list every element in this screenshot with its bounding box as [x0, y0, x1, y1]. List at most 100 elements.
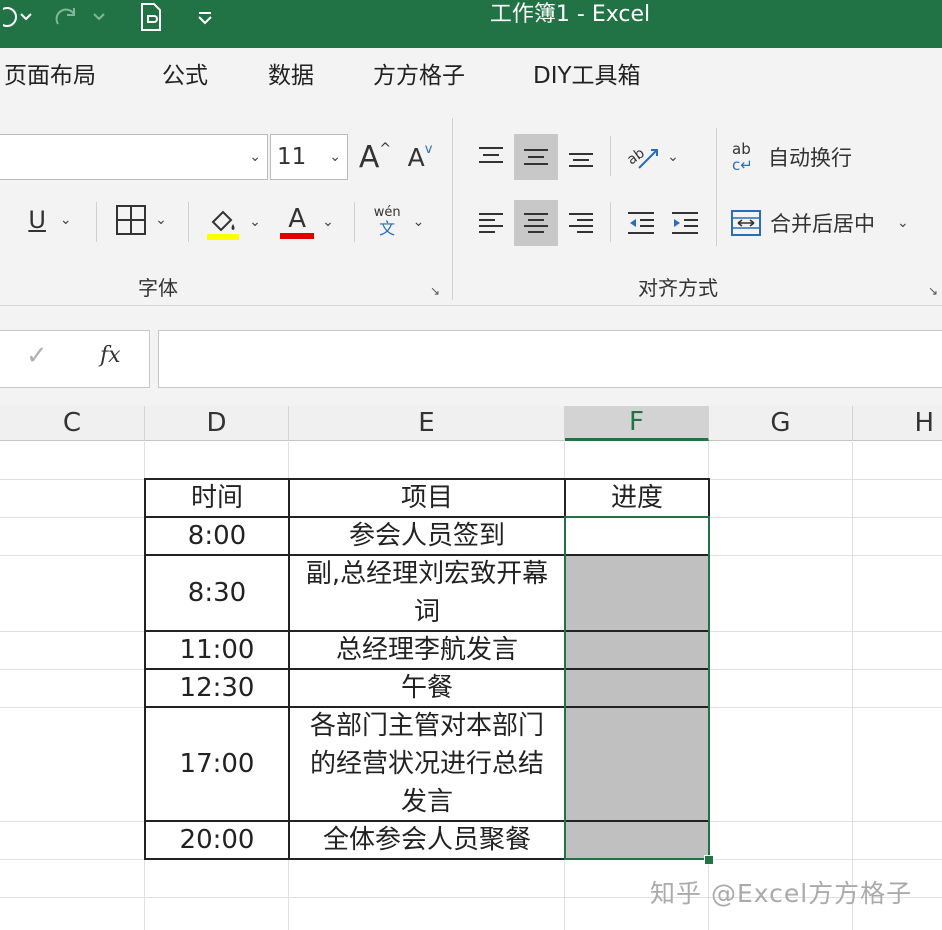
underline-button[interactable]: U ⌄ [20, 200, 80, 240]
column-header-c[interactable]: C [0, 406, 145, 441]
chevron-down-icon: ⌄ [897, 215, 909, 231]
grow-font-button[interactable]: A ^ [356, 134, 394, 180]
align-bottom-button[interactable] [560, 134, 602, 180]
borders-button[interactable]: ⌄ [108, 200, 174, 240]
undo-icon[interactable] [0, 6, 36, 28]
alignment-group-label: 对齐方式 [638, 276, 718, 300]
font-color-icon: A [280, 204, 315, 239]
font-size-value: 11 [277, 144, 307, 170]
wrap-text-icon: ab c↵ [732, 140, 753, 174]
confirm-icon[interactable]: ✓ [26, 341, 48, 371]
align-middle-icon [524, 149, 548, 165]
align-center-icon [524, 213, 548, 233]
column-header-h[interactable]: H [853, 406, 942, 441]
phonetic-guide-button[interactable]: wén 文 ⌄ [364, 200, 434, 244]
increase-indent-button[interactable] [664, 200, 706, 246]
font-group-label: 字体 [138, 276, 178, 300]
insert-function-icon[interactable]: fx [100, 343, 121, 368]
row-6-time[interactable]: 20:00 [146, 822, 290, 860]
chevron-down-icon: ⌄ [59, 212, 72, 228]
row-3-progress[interactable] [566, 632, 710, 670]
alignment-dialog-launcher-icon[interactable]: ↘ [928, 284, 938, 298]
underline-label: U [28, 206, 46, 234]
tab-formulas[interactable]: 公式 [162, 62, 208, 90]
wrap-text-label: 自动换行 [768, 146, 852, 170]
row-1-item[interactable]: 参会人员签到 [290, 518, 566, 556]
row-4-item[interactable]: 午餐 [290, 670, 566, 708]
orientation-icon: ab [625, 145, 659, 169]
align-bottom-icon [569, 153, 593, 167]
row-4-progress[interactable] [566, 670, 710, 708]
header-item[interactable]: 项目 [290, 480, 566, 518]
tab-fangfang[interactable]: 方方格子 [373, 62, 465, 90]
row-2-item[interactable]: 副,总经理刘宏致开幕词 [290, 556, 566, 632]
row-6-progress[interactable] [566, 822, 710, 860]
align-right-button[interactable] [560, 200, 602, 246]
column-header-e[interactable]: E [289, 406, 565, 441]
font-name-box[interactable]: ⌄ [0, 134, 268, 180]
row-3-item[interactable]: 总经理李航发言 [290, 632, 566, 670]
font-color-letter: A [288, 204, 307, 234]
row-6-item[interactable]: 全体参会人员聚餐 [290, 822, 566, 860]
phonetic-top: wén [373, 205, 401, 220]
fill-bucket-icon [207, 210, 240, 240]
align-top-button[interactable] [470, 134, 512, 180]
redo-icon[interactable] [52, 6, 112, 28]
increase-indent-icon [672, 212, 698, 234]
formula-buttons: ✓ fx [0, 330, 150, 388]
chevron-down-icon: ⌄ [249, 149, 261, 165]
merge-center-button[interactable]: 合并后居中 ⌄ [730, 200, 930, 246]
font-size-box[interactable]: 11 ⌄ [270, 134, 348, 180]
chevron-down-icon: ⌄ [667, 149, 679, 165]
tab-page-layout[interactable]: 页面布局 [4, 62, 96, 90]
chevron-down-icon: ⌄ [322, 214, 334, 230]
row-3-time[interactable]: 11:00 [146, 632, 290, 670]
align-top-icon [479, 147, 503, 163]
worksheet-grid[interactable]: C D E F G H 时间 项目 进度 8:00 参会人员签到 8:30 副,… [0, 406, 942, 930]
fill-handle[interactable] [704, 855, 714, 865]
row-5-time[interactable]: 17:00 [146, 708, 290, 822]
borders-icon [116, 205, 147, 235]
ribbon: ⌄ 11 ⌄ A ^ Av U ⌄ ⌄ ⌄ A ⌄ wén 文 ⌄ 字体 ↘ a… [0, 106, 942, 306]
column-header-g[interactable]: G [709, 406, 853, 441]
header-progress[interactable]: 进度 [566, 480, 710, 518]
font-color-button[interactable]: A ⌄ [274, 200, 340, 244]
column-header-f[interactable]: F [565, 406, 709, 441]
align-center-button[interactable] [514, 200, 558, 246]
row-1-time[interactable]: 8:00 [146, 518, 290, 556]
phonetic-bottom: 文 [379, 219, 396, 238]
fill-color-button[interactable]: ⌄ [198, 200, 266, 244]
row-4-time[interactable]: 12:30 [146, 670, 290, 708]
chevron-down-icon: ⌄ [155, 212, 167, 228]
align-left-icon [479, 213, 503, 233]
decrease-indent-button[interactable] [620, 200, 662, 246]
tab-diy-toolbox[interactable]: DIY工具箱 [533, 62, 641, 90]
header-time[interactable]: 时间 [146, 480, 290, 518]
watermark: 知乎 @Excel方方格子 [650, 879, 913, 908]
formula-input[interactable] [158, 330, 942, 388]
font-dialog-launcher-icon[interactable]: ↘ [430, 284, 440, 298]
document-icon[interactable] [134, 3, 168, 31]
title-bar: 工作簿1 - Excel [0, 0, 942, 48]
row-2-progress[interactable] [566, 556, 710, 632]
svg-text:ab: ab [625, 145, 648, 168]
tab-data[interactable]: 数据 [268, 62, 314, 90]
row-5-progress[interactable] [566, 708, 710, 822]
row-5-item[interactable]: 各部门主管对本部门的经营状况进行总结发言 [290, 708, 566, 822]
wrap-text-button[interactable]: ab c↵ 自动换行 [732, 134, 872, 180]
align-right-icon [569, 213, 593, 233]
formula-bar: ✓ fx [0, 306, 942, 406]
window-title: 工作簿1 - Excel [489, 2, 651, 27]
menu-tabs: 页面布局 公式 数据 方方格子 DIY工具箱 [0, 48, 942, 106]
chevron-down-icon: ⌄ [329, 149, 341, 165]
align-middle-button[interactable] [514, 134, 558, 180]
shrink-font-button[interactable]: Av [402, 134, 438, 180]
customize-icon[interactable] [190, 6, 220, 28]
grow-font-label: A [358, 139, 380, 175]
row-2-time[interactable]: 8:30 [146, 556, 290, 632]
orientation-button[interactable]: ab ⌄ [620, 134, 684, 180]
row-1-progress[interactable] [566, 518, 710, 556]
column-header-d[interactable]: D [145, 406, 289, 441]
align-left-button[interactable] [470, 200, 512, 246]
chevron-down-icon: ⌄ [412, 214, 425, 230]
